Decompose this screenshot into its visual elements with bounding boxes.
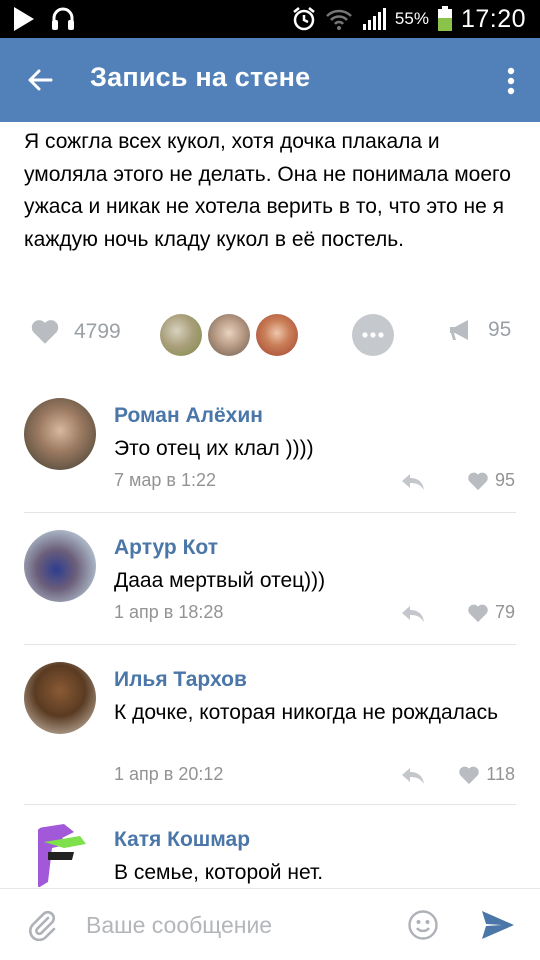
message-input[interactable] <box>86 907 386 943</box>
play-icon <box>14 7 34 31</box>
comment-author[interactable]: Катя Кошмар <box>114 828 250 852</box>
comment-like-count: 118 <box>486 764 515 784</box>
reply-icon[interactable] <box>400 472 426 492</box>
comment-item[interactable]: Катя Кошмар В семье, которой нет. <box>0 822 540 888</box>
comment-author[interactable]: Артур Кот <box>114 536 218 560</box>
share-count: 95 <box>488 318 512 341</box>
comment-like-count: 79 <box>494 602 515 622</box>
post-text: Я сожгла всех кукол, хотя дочка плакала … <box>24 130 511 251</box>
heart-icon <box>459 766 480 784</box>
page-title: Запись на стене <box>90 62 311 92</box>
arrow-left-icon <box>28 69 53 91</box>
comment-text: Это отец их клал )))) <box>114 437 314 460</box>
back-button[interactable] <box>18 60 62 100</box>
alarm-icon <box>293 7 315 31</box>
more-vertical-icon <box>507 67 515 95</box>
comment-like-button[interactable]: 118 <box>458 764 515 785</box>
like-button[interactable]: 4799 <box>30 318 121 345</box>
divider <box>24 644 516 645</box>
send-icon[interactable] <box>480 909 516 941</box>
heart-icon <box>468 472 488 490</box>
avatar[interactable] <box>24 662 96 734</box>
megaphone-icon <box>450 320 468 340</box>
comment-item[interactable]: Артур Кот Дааа мертвый отец))) 1 апр в 1… <box>0 530 540 644</box>
post-actions: 4799 95 <box>0 310 540 360</box>
comment-like-count: 95 <box>494 470 515 490</box>
liker-avatar[interactable] <box>256 314 298 356</box>
liker-avatar[interactable] <box>208 314 250 356</box>
avatar[interactable] <box>24 822 96 888</box>
emoji-icon[interactable] <box>407 909 439 941</box>
avatar[interactable] <box>24 398 96 470</box>
comment-date: 1 апр в 18:28 <box>114 602 224 622</box>
reply-icon[interactable] <box>400 766 426 786</box>
comment-like-button[interactable]: 95 <box>467 470 515 491</box>
comment-text: Дааа мертвый отец))) <box>114 569 326 592</box>
liker-avatar[interactable] <box>160 314 202 356</box>
divider <box>24 804 516 805</box>
heart-icon <box>31 320 59 344</box>
battery-icon <box>437 6 452 31</box>
comment-item[interactable]: Роман Алёхин Это отец их клал )))) 7 мар… <box>0 398 540 512</box>
paperclip-icon[interactable] <box>26 909 58 941</box>
avatar[interactable] <box>24 530 96 602</box>
comment-text: К дочке, которая никогда не рождалась <box>114 701 499 724</box>
wifi-icon <box>326 9 352 30</box>
comment-date: 1 апр в 20:12 <box>114 764 224 784</box>
battery-percent: 55% <box>394 9 429 28</box>
overflow-menu-button[interactable] <box>500 62 522 100</box>
share-button[interactable]: 95 <box>448 318 511 342</box>
comment-item[interactable]: Илья Тархов К дочке, которая никогда не … <box>0 662 540 802</box>
divider <box>24 512 516 513</box>
status-time: 17:20 <box>460 4 526 33</box>
comment-author[interactable]: Илья Тархов <box>114 668 247 692</box>
comment-author[interactable]: Роман Алёхин <box>114 404 263 428</box>
headset-icon <box>52 7 74 30</box>
post-content[interactable]: Я сожгла всех кукол, хотя дочка плакала … <box>0 122 540 888</box>
comment-like-button[interactable]: 79 <box>467 602 515 623</box>
ellipsis-icon <box>362 332 384 338</box>
app-header: Запись на стене <box>0 38 540 122</box>
comment-date: 7 мар в 1:22 <box>114 470 217 490</box>
status-bar: 55% 17:20 <box>0 0 540 38</box>
reply-icon[interactable] <box>400 604 426 624</box>
like-count: 4799 <box>74 319 121 343</box>
message-composer <box>0 888 540 960</box>
signal-icon <box>362 8 386 30</box>
comment-text: В семье, которой нет. <box>114 861 324 884</box>
more-likers-button[interactable] <box>352 314 394 356</box>
heart-icon <box>468 604 488 622</box>
avatar-image <box>38 824 86 888</box>
